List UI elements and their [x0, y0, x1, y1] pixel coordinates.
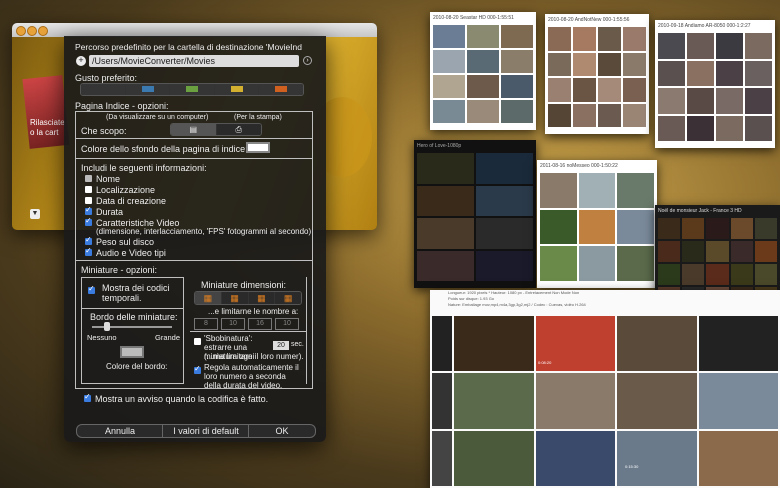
add-icon[interactable]: +: [76, 56, 86, 66]
thumb-right-box: Miniature dimensioni: ▦ ▦ ▦ ▦ ...e limit…: [190, 277, 307, 390]
destination-label: Percorso predefinito per la cartella di …: [75, 42, 302, 52]
sheet-title: 2010-08-20 AndNotNew 000-1:55:56: [548, 17, 630, 23]
thumb-dims-label: Miniature dimensioni:: [201, 280, 287, 290]
timestamp: 0:15:30: [625, 464, 639, 469]
computer-hint: (Da visualizzare su un computer): [106, 114, 209, 121]
border-slider-knob[interactable]: [104, 322, 110, 331]
close-button[interactable]: [16, 26, 26, 36]
ok-button[interactable]: OK: [248, 424, 316, 438]
minimize-button[interactable]: [27, 26, 37, 36]
sheet-title: 2010-08-20 Seastar HD 000-1:55:51: [433, 15, 514, 21]
reveal-icon[interactable]: ›: [303, 56, 312, 65]
bg-color-well[interactable]: [246, 142, 270, 153]
scope-label: Che scopo:: [81, 126, 127, 136]
index-sheet-large: Longueur: 1920 pixels * Hauteur: 1080 px…: [430, 290, 780, 488]
limit-stepper-1[interactable]: 8: [194, 318, 218, 330]
style-option-green[interactable]: [170, 84, 215, 95]
preferred-style-label: Gusto preferito:: [75, 73, 138, 83]
index-sheet-4: Hero of Love-1080p: [414, 140, 536, 288]
video-specs-detail: (dimensione, interlacciamento, 'FPS' fot…: [96, 227, 312, 236]
skim-note: (...ma limitare il loro numer).: [204, 352, 304, 361]
thumb-dims-selector[interactable]: ▦ ▦ ▦ ▦: [194, 291, 302, 305]
skim-unit: sec.: [291, 341, 304, 348]
include-label: Includi le seguenti informazioni:: [81, 163, 207, 173]
include-date-checkbox[interactable]: Data di creazione: [85, 196, 166, 206]
limit-stepper-4[interactable]: 10: [275, 318, 299, 330]
style-option-blue[interactable]: [125, 84, 171, 95]
style-option-dark[interactable]: [81, 84, 126, 95]
show-timecodes-checkbox[interactable]: [88, 284, 99, 296]
limit-label: ...e limitarne le nombre a:: [208, 307, 299, 316]
document-icon[interactable]: ▤: [171, 124, 217, 135]
include-name-checkbox[interactable]: Nome: [85, 174, 120, 184]
thumb-options-label: Miniature - opzioni:: [81, 265, 158, 275]
destination-path-field[interactable]: /Users/MovieConverter/Movies: [89, 55, 299, 67]
border-color-label: Colore del bordo:: [106, 362, 168, 371]
preferences-panel: Percorso predefinito per la cartella di …: [64, 36, 326, 442]
index-sheet-1: 2010-08-20 Seastar HD 000-1:55:51: [430, 12, 536, 130]
zoom-button[interactable]: [38, 26, 48, 36]
border-slider[interactable]: [92, 322, 172, 331]
grid-large-icon[interactable]: ▦: [275, 292, 301, 304]
sheet-title: Noël de monsieur Jack - France 3 HD: [658, 208, 742, 214]
skim-interval-field[interactable]: 20: [273, 341, 289, 350]
border-label: Bordo delle miniature:: [90, 312, 178, 322]
slider-min-label: Nessuno: [87, 333, 117, 342]
include-size-checkbox[interactable]: Peso sul disco: [85, 235, 154, 247]
style-option-yellow[interactable]: [214, 84, 260, 95]
index-sheet-3: 2010-09-18 Andiamo AR-8050 000-1:2:27: [655, 20, 775, 148]
index-options-box: (Da visualizzare su un computer) (Per la…: [75, 111, 313, 390]
index-options-label: Pagina Indice - opzioni:: [75, 101, 169, 111]
grid-4x4-icon[interactable]: ▦: [248, 292, 276, 304]
include-location-checkbox[interactable]: Localizzazione: [85, 185, 155, 195]
grid-2x2-icon[interactable]: ▦: [195, 292, 222, 304]
limit-steppers: 8 10 16 10: [194, 318, 299, 330]
sheet-title: Hero of Love-1080p: [417, 143, 462, 149]
sheet-title: 2011-08-16 noMesseo 000-1:50:22: [540, 163, 618, 169]
bg-color-label: Colore dello sfondo della pagina di indi…: [81, 144, 248, 154]
cancel-button[interactable]: Annulla: [76, 424, 164, 438]
border-color-well[interactable]: [120, 346, 144, 358]
index-sheet-2: 2010-08-20 AndNotNew 000-1:55:56: [545, 14, 649, 134]
timestamp: 0:08:20: [538, 360, 552, 365]
notify-checkbox[interactable]: Mostra un avviso quando la codifica è fa…: [84, 392, 268, 404]
printer-icon[interactable]: ⎙: [216, 124, 261, 135]
defaults-button[interactable]: I valori di default: [162, 424, 250, 438]
show-timecodes-label: Mostra dei codici temporali.: [102, 283, 170, 303]
preferred-style-selector[interactable]: [80, 83, 304, 96]
limit-stepper-3[interactable]: 16: [248, 318, 272, 330]
slider-max-label: Grande: [155, 333, 181, 342]
auto-adjust-label: Regola automaticamente il loro numero a …: [204, 363, 299, 390]
disclosure-icon[interactable]: ▼: [30, 209, 40, 219]
drop-hint: Rilasciate o la cart: [30, 118, 65, 137]
thumb-left-box: Mostra dei codici temporali. Bordo delle…: [81, 277, 184, 384]
sheet-title: 2010-09-18 Andiamo AR-8050 000-1:2:27: [658, 23, 751, 29]
style-option-orange[interactable]: [259, 84, 303, 95]
include-av-types-checkbox[interactable]: Audio e Video tipi: [85, 246, 166, 258]
limit-stepper-2[interactable]: 10: [221, 318, 245, 330]
print-hint: (Per la stampa): [234, 114, 282, 121]
title-bar: [12, 23, 377, 37]
grid-3x3-icon[interactable]: ▦: [221, 292, 249, 304]
scope-selector[interactable]: ▤ ⎙: [170, 123, 262, 136]
index-sheet-5: 2011-08-16 noMesseo 000-1:50:22: [537, 160, 657, 288]
